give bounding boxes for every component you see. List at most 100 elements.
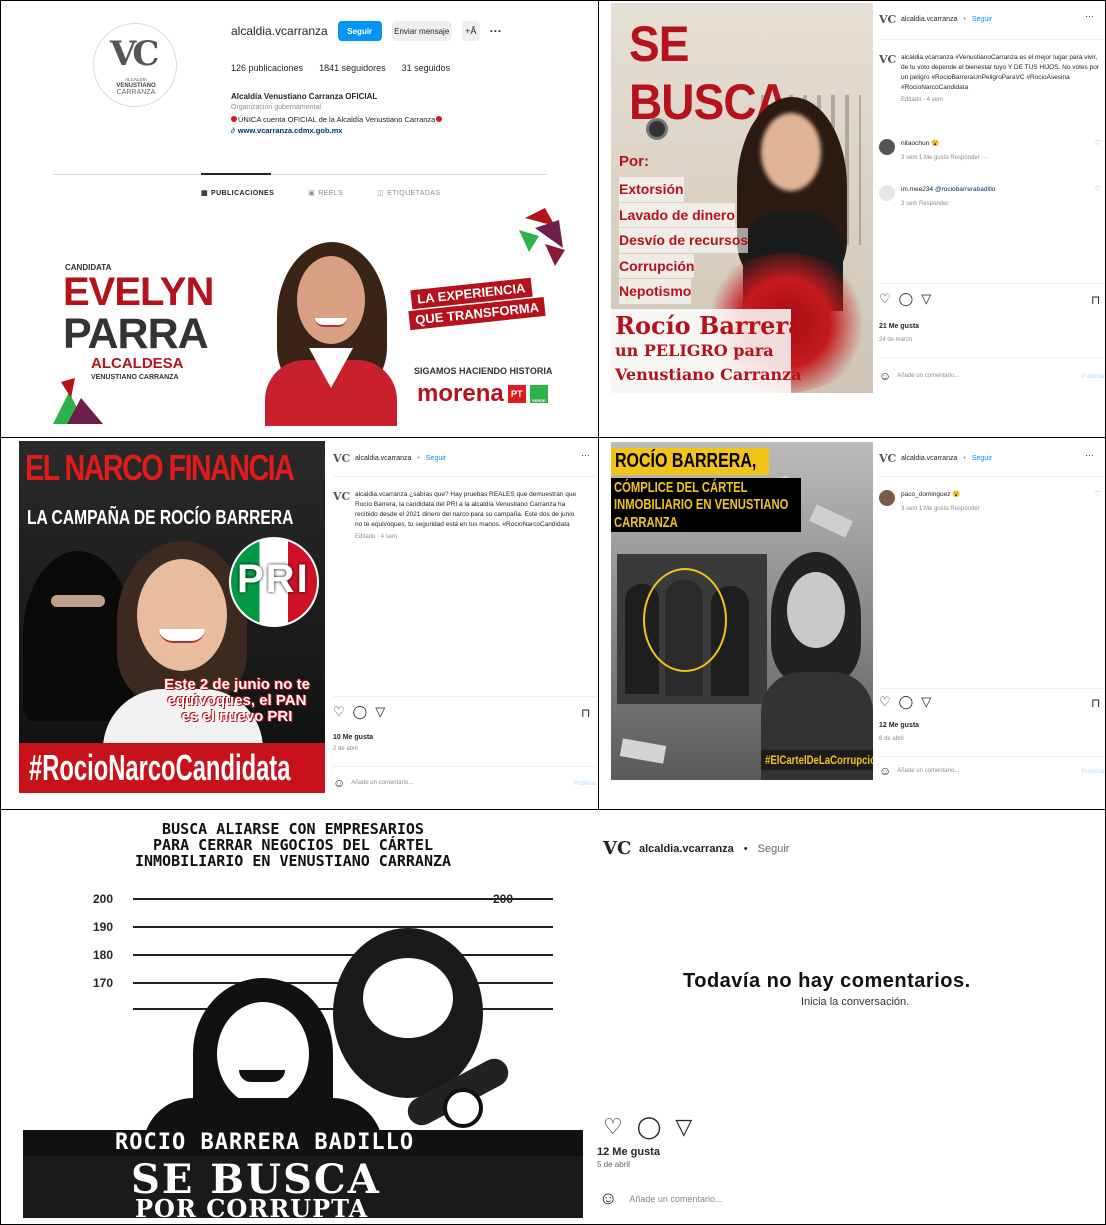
share-icon[interactable]: ▽ [675, 1114, 692, 1140]
like-icon[interactable]: ♡ [879, 291, 891, 307]
banner-role: ALCALDESA [91, 355, 184, 372]
crime-4: Corrupción [619, 253, 695, 278]
more-options-icon[interactable]: ··· [581, 450, 590, 460]
comment-like-icon[interactable]: ♡ [1095, 139, 1101, 147]
message-button[interactable]: Enviar mensaje [391, 21, 452, 41]
save-icon[interactable]: ⊓ [1091, 696, 1100, 710]
emoji-icon[interactable]: ☺ [879, 369, 891, 383]
like-icon[interactable]: ♡ [333, 704, 345, 720]
caption-avatar[interactable]: VC [879, 53, 896, 66]
campaign-banner[interactable]: CANDIDATA EVELYN PARRA ALCALDESA VENUSTI… [53, 206, 573, 426]
red-dot-icon [436, 116, 443, 123]
poster-top-3: INMOBILIARIO EN VENUSTIANO CARRANZA [134, 851, 452, 870]
like-count[interactable]: 21 Me gusta [879, 323, 919, 330]
like-icon[interactable]: ♡ [603, 1114, 623, 1140]
caption-username[interactable]: alcaldia.vcarranza [901, 54, 953, 61]
comment-icon[interactable]: ◯ [637, 1114, 662, 1140]
follow-link[interactable]: Seguir [758, 843, 790, 855]
post-image[interactable]: SE BUSCA Por: Extorsión Lavado de dinero… [611, 3, 873, 393]
post-image[interactable]: EL NARCO FINANCIA LA CAMPAÑA DE ROCÍO BA… [19, 441, 325, 793]
post-image[interactable]: BUSCA ALIARSE CON EMPRESARIOS PARA CERRA… [23, 818, 583, 1218]
comment-username[interactable]: im.mee234 [901, 186, 933, 193]
post-username[interactable]: alcaldia.vcarranza [901, 455, 957, 462]
start-conversation-text: Inicia la conversación. [801, 996, 910, 1008]
share-icon[interactable]: ▽ [375, 704, 385, 720]
follow-link[interactable]: Seguir [426, 455, 446, 462]
more-options-icon[interactable]: ··· [1085, 450, 1094, 460]
like-count[interactable]: 12 Me gusta [879, 722, 919, 729]
publish-button[interactable]: Publicar [1082, 373, 1105, 380]
posts-count[interactable]: 126 publicaciones [231, 63, 303, 73]
comment-like-icon[interactable]: ♡ [1095, 490, 1101, 498]
post-username[interactable]: alcaldia.vcarranza [355, 455, 411, 462]
note-line-1: Este 2 de junio no te [164, 676, 310, 693]
like-icon[interactable]: ♡ [879, 694, 891, 710]
save-icon[interactable]: ⊓ [581, 706, 590, 720]
height-label: 200 [93, 892, 114, 906]
tab-publicaciones[interactable]: ▦ PUBLICACIONES [201, 189, 274, 198]
profile-full-name: Alcaldía Venustiano Carranza OFICIAL [231, 92, 378, 101]
commenter-avatar[interactable] [879, 185, 895, 201]
caption-avatar[interactable]: VC [333, 490, 350, 503]
crime-5: Nepotismo [619, 279, 692, 304]
follow-button[interactable]: Seguir [337, 21, 382, 41]
comment-icon[interactable]: ◯ [353, 704, 368, 720]
profile-avatar[interactable]: VC ALCALDÍA VENUSTIANO CARRANZA [93, 23, 177, 107]
like-count[interactable]: 12 Me gusta [597, 1146, 660, 1158]
post-username[interactable]: alcaldia.vcarranza [901, 16, 957, 23]
comment-text: 😮 [952, 491, 961, 498]
post-se-busca-corrupta: BUSCA ALIARSE CON EMPRESARIOS PARA CERRA… [0, 809, 1106, 1225]
cartel-title-2: CÓMPLICE DEL CÁRTEL [614, 479, 748, 496]
emoji-icon[interactable]: ☺ [879, 764, 891, 778]
account-avatar[interactable]: VC [603, 838, 631, 859]
cartel-title-1: ROCÍO BARRERA, [615, 450, 757, 472]
like-count[interactable]: 10 Me gusta [333, 734, 373, 741]
following-count[interactable]: 31 seguidos [402, 63, 451, 73]
share-icon[interactable]: ▽ [921, 291, 931, 307]
bottom-line-3: Venustiano Carranza [615, 365, 802, 384]
tab-etiquetadas[interactable]: ◫ ETIQUETADAS [377, 189, 440, 198]
add-comment-input[interactable]: Añade un comentario... [351, 780, 567, 786]
profile-panel: VC ALCALDÍA VENUSTIANO CARRANZA alcaldia… [0, 0, 599, 438]
crime-3: Desvío de recursos [619, 228, 749, 253]
publish-button[interactable]: Publicar [574, 780, 597, 787]
grid-icon: ▦ [201, 190, 209, 197]
add-comment-input[interactable]: Añade un comentario... [897, 373, 1075, 379]
emoji-icon[interactable]: ☺ [599, 1188, 617, 1209]
follow-link[interactable]: Seguir [972, 16, 992, 23]
profile-link[interactable]: www.vcarranza.cdmx.gob.mx [238, 125, 343, 136]
account-avatar[interactable]: VC [879, 13, 896, 26]
tab-reels[interactable]: ▣ REELS [308, 189, 343, 198]
post-date: 5 de abril [597, 1160, 630, 1169]
banner-place: VENUSTIANO CARRANZA [91, 374, 179, 381]
more-options-icon[interactable]: ··· [490, 24, 502, 38]
commenter-avatar[interactable] [879, 490, 895, 506]
account-avatar[interactable]: VC [879, 452, 896, 465]
add-comment-input[interactable]: Añade un comentario... [629, 1194, 722, 1204]
comment-icon[interactable]: ◯ [899, 291, 914, 307]
add-comment-input[interactable]: Añade un comentario... [897, 768, 1075, 774]
more-options-icon[interactable]: ··· [1085, 11, 1094, 21]
share-icon[interactable]: ▽ [921, 694, 931, 710]
post-narco-financia: EL NARCO FINANCIA LA CAMPAÑA DE ROCÍO BA… [0, 437, 599, 810]
banner-party: morena [417, 380, 504, 407]
comment-username[interactable]: nitaochun [901, 140, 929, 147]
account-avatar[interactable]: VC [333, 452, 350, 465]
banner-historia: SIGAMOS HACIENDO HISTORIA [414, 366, 553, 376]
post-username[interactable]: alcaldia.vcarranza [639, 843, 734, 855]
post-image[interactable]: ROCÍO BARRERA, CÓMPLICE DEL CÁRTEL INMOB… [611, 442, 873, 780]
follow-link[interactable]: Seguir [972, 455, 992, 462]
comment-username[interactable]: paco_dominguez [901, 491, 951, 498]
followers-count[interactable]: 1841 seguidores [319, 63, 386, 73]
banner-name-1: EVELYN [63, 270, 214, 314]
comment-icon[interactable]: ◯ [899, 694, 914, 710]
add-person-icon[interactable]: +Å [461, 21, 480, 41]
comment-like-icon[interactable]: ♡ [1095, 185, 1101, 193]
publish-button[interactable]: Publicar [1082, 768, 1105, 775]
commenter-avatar[interactable] [879, 139, 895, 155]
save-icon[interactable]: ⊓ [1091, 293, 1100, 307]
emoji-icon[interactable]: ☺ [333, 776, 345, 790]
morena-shape-icon [519, 208, 565, 266]
comment-text: 😮 [931, 140, 940, 147]
caption-username[interactable]: alcaldia.vcarranza [355, 491, 407, 498]
